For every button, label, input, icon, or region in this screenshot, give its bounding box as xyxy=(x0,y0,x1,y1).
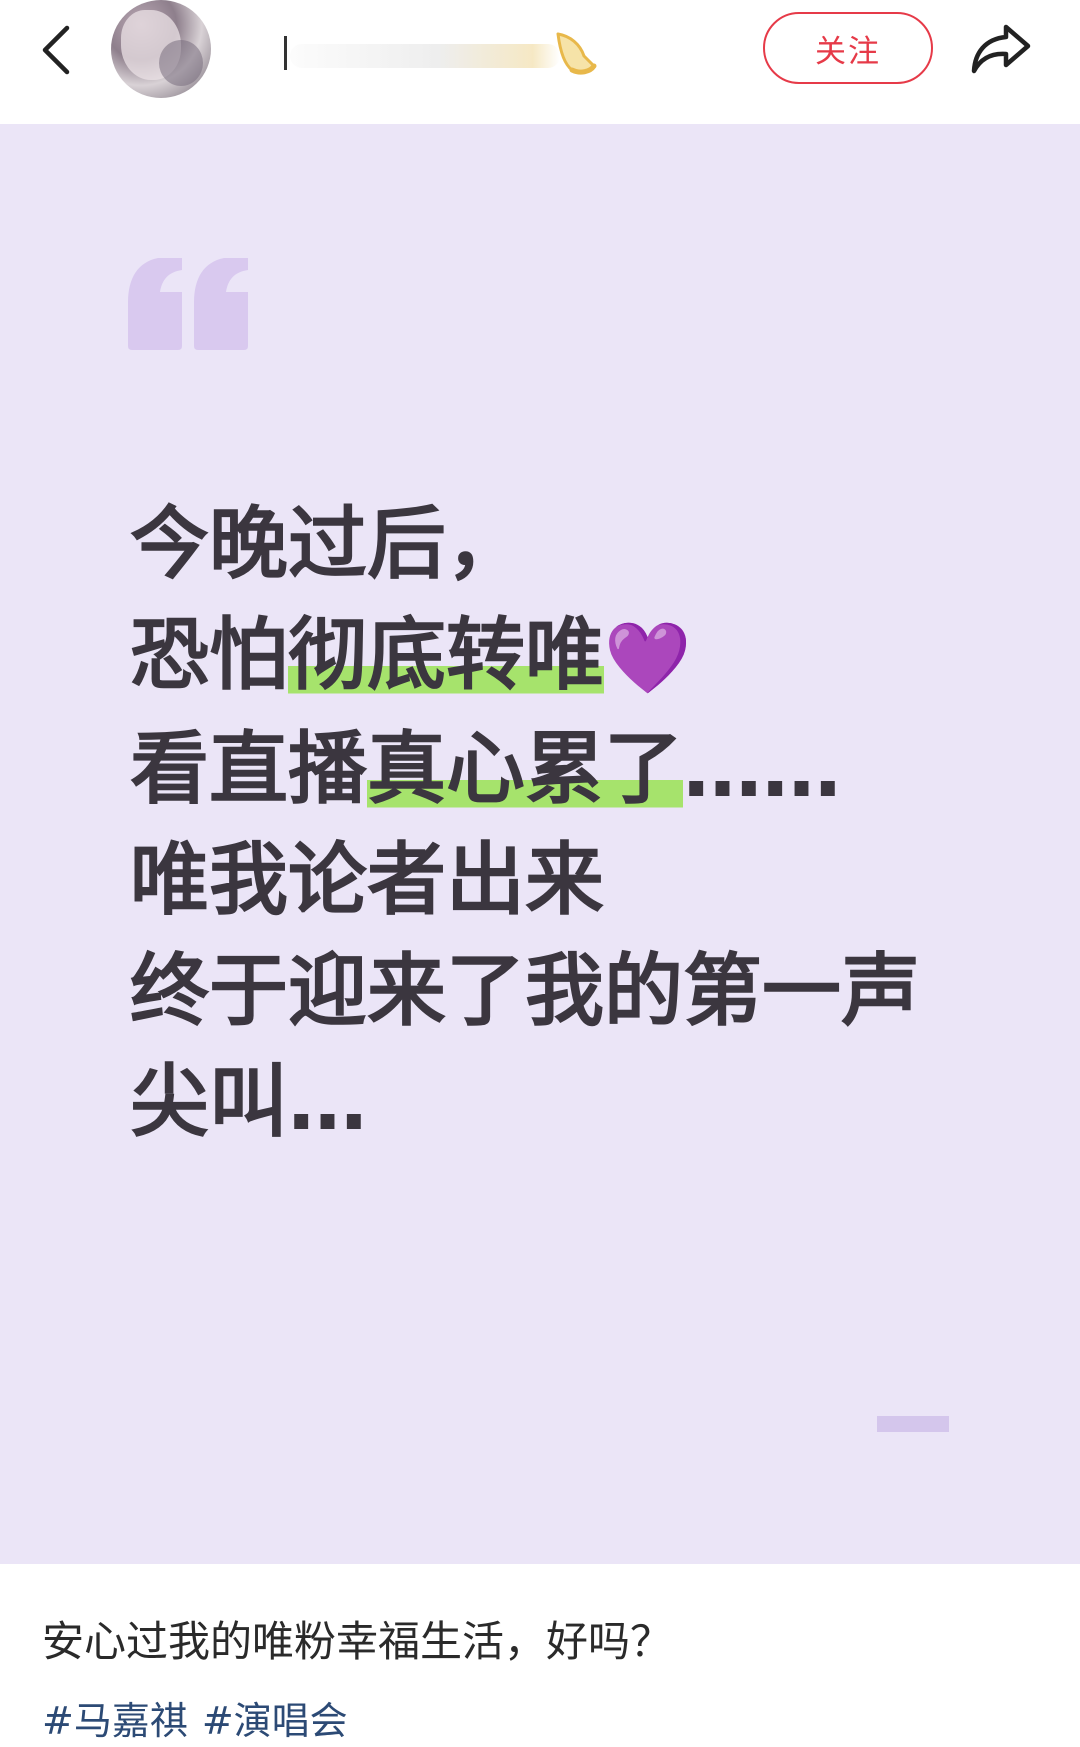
card-decoration-bar xyxy=(877,1416,949,1432)
highlighted-text: 真心累了 xyxy=(367,723,683,815)
share-arrow-icon xyxy=(971,24,1031,74)
name-redaction-blur xyxy=(290,44,560,68)
highlighted-text: 彻底转唯 xyxy=(288,609,604,701)
quote-line: 尖叫… xyxy=(130,1056,367,1148)
quote-line: 今晚过后， xyxy=(130,498,525,590)
quote-line: 看直播真心累了…… xyxy=(130,723,841,815)
badge-icon xyxy=(556,32,597,75)
avatar[interactable] xyxy=(111,0,211,98)
post-tags: #马嘉祺 #演唱会 xyxy=(42,1690,1042,1745)
quote-line: 终于迎来了我的第一声 xyxy=(130,945,920,1037)
quote-text: 今晚过后， 恐怕彻底转唯💜 看直播真心累了…… 唯我论者出来 终于迎来了我的第一… xyxy=(130,489,1010,1158)
quote-mark-icon xyxy=(128,258,248,350)
top-bar: 关注 xyxy=(0,0,1080,124)
chevron-left-icon xyxy=(42,25,70,75)
post-caption: 安心过我的唯粉幸福生活，好吗？ xyxy=(42,1617,673,1666)
quote-line: 唯我论者出来 xyxy=(130,834,604,926)
back-button[interactable] xyxy=(28,18,84,82)
quote-line: 恐怕彻底转唯💜 xyxy=(130,609,692,701)
username[interactable] xyxy=(232,30,612,80)
hashtag-link[interactable]: #马嘉祺 xyxy=(42,1699,188,1743)
follow-button[interactable]: 关注 xyxy=(763,12,933,84)
name-redaction-mark xyxy=(284,36,287,70)
purple-heart-emoji: 💜 xyxy=(604,617,692,699)
hashtag-link[interactable]: #演唱会 xyxy=(202,1699,348,1743)
quote-card[interactable]: 今晚过后， 恐怕彻底转唯💜 看直播真心累了…… 唯我论者出来 终于迎来了我的第一… xyxy=(0,124,1080,1564)
share-button[interactable] xyxy=(966,16,1036,82)
